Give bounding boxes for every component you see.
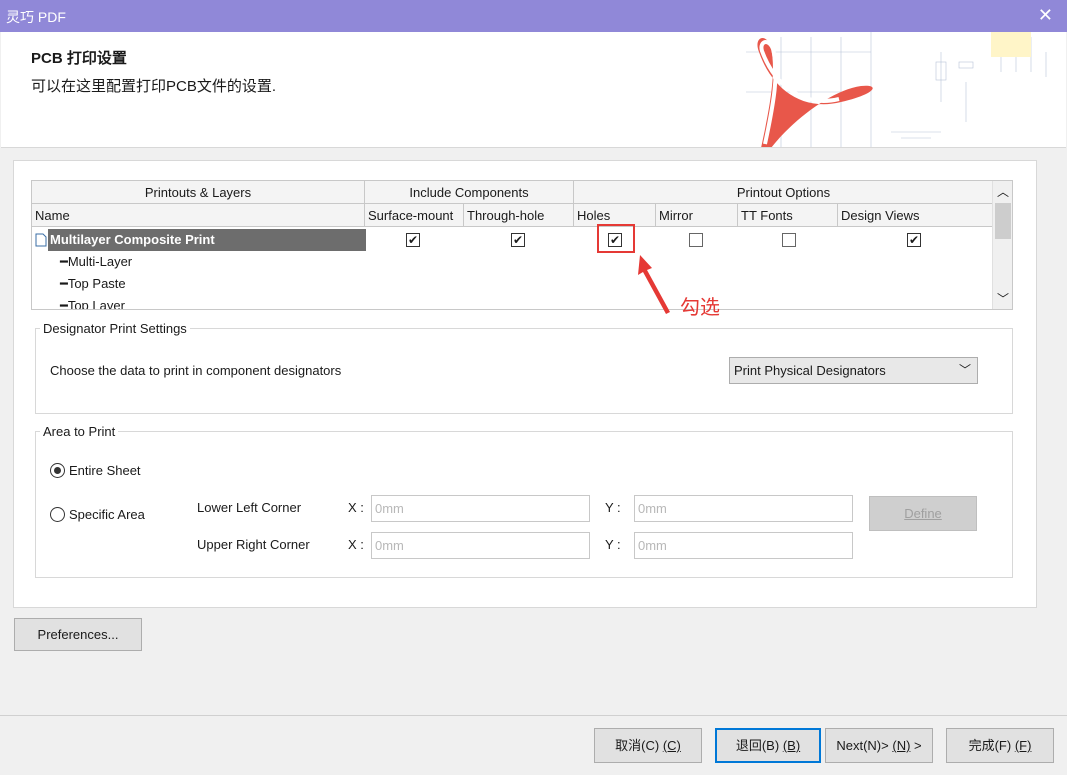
back-button-label: 退回(B) <box>735 738 780 753</box>
upper-right-label: Upper Right Corner <box>197 537 310 552</box>
window-title: 灵巧 PDF <box>6 9 66 25</box>
cancel-button[interactable]: 取消(C) (C) <box>594 728 702 763</box>
wizard-header: PCB 打印设置 可以在这里配置打印PCB文件的设置. <box>1 32 1066 148</box>
radio-entire-sheet-label[interactable]: Entire Sheet <box>69 463 141 478</box>
designator-select-value: Print Physical Designators <box>734 363 886 378</box>
header-printouts-layers: Printouts & Layers <box>32 181 365 204</box>
define-button[interactable]: Define <box>869 496 977 531</box>
lower-left-x-label: X : <box>348 500 364 515</box>
tree-item[interactable]: ━Top Layer <box>60 298 125 310</box>
next-button-label: Next(N)> <box>836 738 889 753</box>
col-design-views[interactable]: Design Views <box>838 204 994 227</box>
pdf-logo-schematic-art <box>741 32 1066 147</box>
lower-left-y-field[interactable]: 0mm <box>634 495 853 522</box>
layers-grid[interactable]: Printouts & Layers Include Components Pr… <box>31 180 1013 310</box>
close-icon[interactable]: ✕ <box>1038 5 1053 26</box>
chevron-down-icon: ﹀ <box>958 363 971 377</box>
area-legend: Area to Print <box>40 424 119 439</box>
col-tt-fonts[interactable]: TT Fonts <box>738 204 838 227</box>
tree-row-multilayer-composite[interactable]: Multilayer Composite Print <box>48 229 366 251</box>
preferences-button[interactable]: Preferences... <box>14 618 142 651</box>
cancel-button-label: 取消(C) <box>615 738 660 753</box>
finish-button-key: (F) <box>1014 738 1032 753</box>
page-title: PCB 打印设置 <box>31 50 127 67</box>
upper-right-y-field[interactable]: 0mm <box>634 532 853 559</box>
lower-left-label: Lower Left Corner <box>197 500 302 515</box>
next-button-suffix: > <box>914 738 922 753</box>
scroll-down-icon[interactable]: ﹀ <box>993 290 1012 307</box>
designator-select[interactable]: Print Physical Designators ﹀ <box>729 357 978 384</box>
checkbox-tt-fonts[interactable] <box>782 233 796 247</box>
col-mirror[interactable]: Mirror <box>656 204 738 227</box>
checkbox-through-hole[interactable]: ✔ <box>511 233 525 247</box>
header-printout-options: Printout Options <box>574 181 994 204</box>
scroll-up-icon[interactable]: ︿ <box>993 183 1012 200</box>
scroll-thumb[interactable] <box>995 203 1011 239</box>
title-bar: 灵巧 PDF ✕ <box>0 0 1067 32</box>
finish-button[interactable]: 完成(F) (F) <box>946 728 1054 763</box>
tree-item-label: Top Paste <box>67 276 126 291</box>
back-button[interactable]: 退回(B) (B) <box>715 728 821 763</box>
col-surface-mount[interactable]: Surface-mount <box>365 204 464 227</box>
designator-legend: Designator Print Settings <box>40 321 190 336</box>
tree-item[interactable]: ━Multi-Layer <box>60 254 132 270</box>
radio-entire-sheet[interactable] <box>50 463 65 478</box>
back-button-key: (B) <box>782 738 801 753</box>
radio-specific-area-label[interactable]: Specific Area <box>69 507 145 522</box>
tree-item[interactable]: ━Top Paste <box>60 276 126 292</box>
upper-right-x-field[interactable]: 0mm <box>371 532 590 559</box>
checkbox-mirror[interactable] <box>689 233 703 247</box>
upper-right-x-label: X : <box>348 537 364 552</box>
radio-specific-area[interactable] <box>50 507 65 522</box>
tree-item-label: Multi-Layer <box>67 254 133 269</box>
grid-scrollbar[interactable]: ︿ ﹀ <box>992 181 1012 309</box>
tree-item-label: Top Layer <box>67 298 125 310</box>
header-include-components: Include Components <box>365 181 574 204</box>
cancel-button-key: (C) <box>662 738 681 753</box>
checkbox-design-views[interactable]: ✔ <box>907 233 921 247</box>
col-name[interactable]: Name <box>32 204 365 227</box>
designator-prompt: Choose the data to print in component de… <box>50 363 342 378</box>
finish-button-label: 完成(F) <box>968 738 1012 753</box>
define-button-label: Define <box>904 506 942 521</box>
document-icon <box>35 233 47 247</box>
page-subtitle: 可以在这里配置打印PCB文件的设置. <box>31 78 277 95</box>
upper-right-y-label: Y : <box>605 537 621 552</box>
lower-left-y-label: Y : <box>605 500 621 515</box>
col-through-hole[interactable]: Through-hole <box>464 204 574 227</box>
lower-left-x-field[interactable]: 0mm <box>371 495 590 522</box>
next-button-key: (N) <box>892 738 911 753</box>
annotation-label: 勾选 <box>680 297 720 319</box>
annotation-highlight-box <box>597 224 635 253</box>
next-button[interactable]: Next(N)> (N) > <box>825 728 933 763</box>
checkbox-surface-mount[interactable]: ✔ <box>406 233 420 247</box>
